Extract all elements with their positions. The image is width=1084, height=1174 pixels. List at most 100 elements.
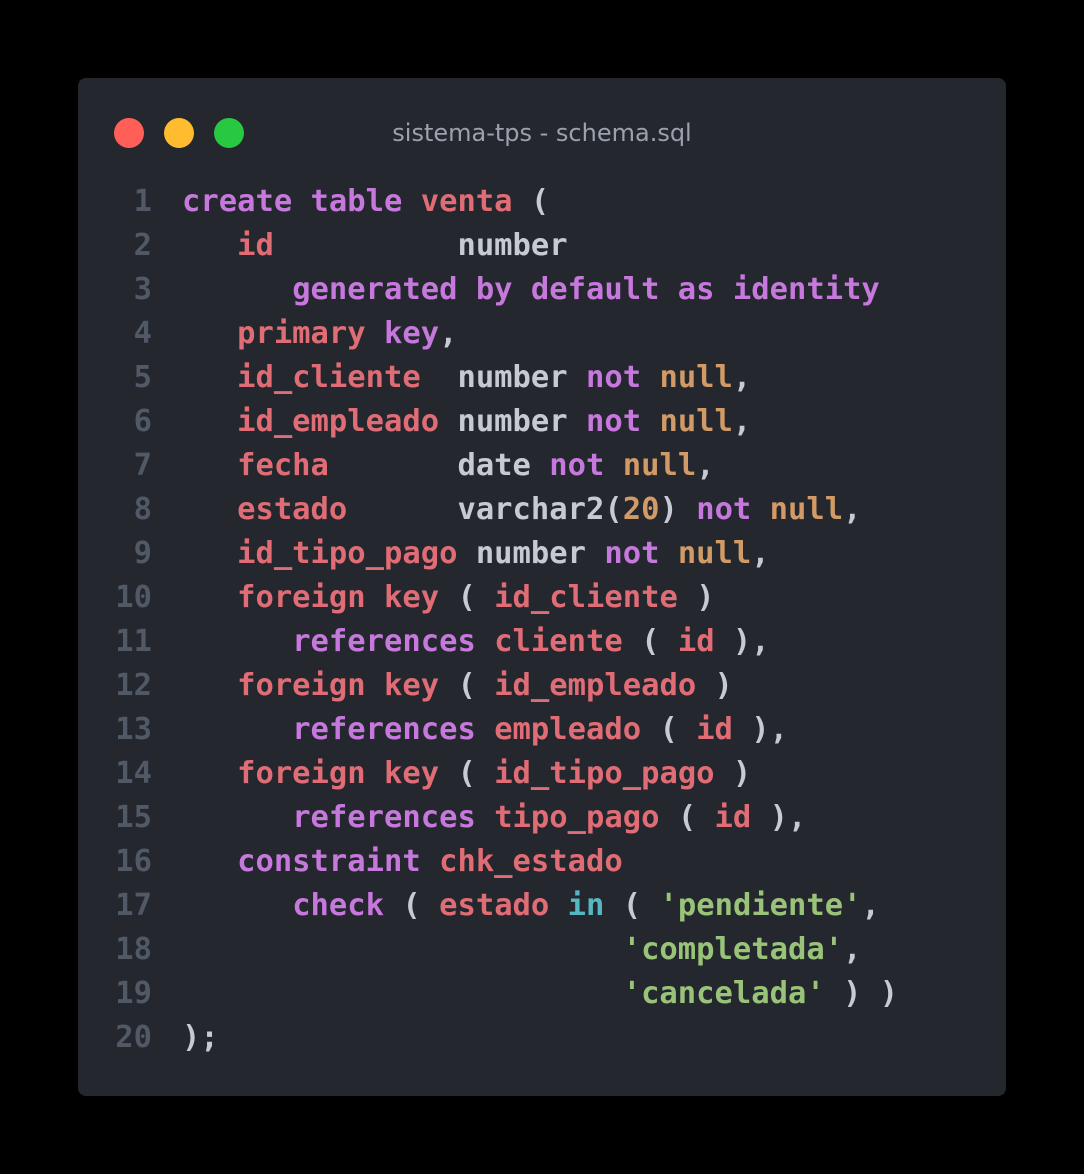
line-content: id number xyxy=(152,224,568,268)
code-token: foreign key xyxy=(237,580,440,615)
code-token: foreign key xyxy=(237,756,440,791)
code-token: ) xyxy=(696,668,733,703)
code-editor: 1 create table venta (2 id number 3 genera… xyxy=(78,180,1006,1060)
code-token: id_cliente xyxy=(237,360,421,395)
line-content: references tipo_pago ( id ), xyxy=(152,796,806,840)
code-token: null xyxy=(677,536,752,571)
code-token: , xyxy=(843,932,862,967)
line-content: id_empleado number not null, xyxy=(152,400,751,444)
code-token: not xyxy=(604,536,678,571)
line-number: 3 xyxy=(133,272,152,307)
line-number: 5 xyxy=(133,360,152,395)
code-token: not xyxy=(696,492,770,527)
code-token: ), xyxy=(714,624,770,659)
code-line: 17 check ( estado in ( 'pendiente', xyxy=(78,884,1006,928)
code-token: create table xyxy=(182,184,421,219)
code-token: ( xyxy=(604,888,660,923)
code-line: 6 id_empleado number not null, xyxy=(78,400,1006,444)
line-number: 10 xyxy=(115,580,152,615)
code-token: venta xyxy=(420,184,513,219)
code-token: ) xyxy=(714,756,752,791)
code-token: ( xyxy=(512,184,550,219)
code-token: , xyxy=(732,404,752,439)
code-token: , xyxy=(861,888,880,923)
code-token: ( xyxy=(384,888,440,923)
line-number: 2 xyxy=(133,228,152,263)
line-number: 20 xyxy=(115,1020,152,1055)
code-line: 18 'completada', xyxy=(78,928,1006,972)
line-number: 15 xyxy=(115,800,152,835)
code-token: ) xyxy=(659,492,697,527)
code-token: 'completada' xyxy=(622,932,844,967)
code-token: fecha xyxy=(237,448,329,483)
code-token: foreign key xyxy=(237,668,440,703)
code-line: 7 fecha date not null, xyxy=(78,444,1006,488)
code-line: 15 references tipo_pago ( id ), xyxy=(78,796,1006,840)
code-token: null xyxy=(659,360,733,395)
line-content: 'cancelada' ) ) xyxy=(152,972,898,1016)
line-content: id_tipo_pago number not null, xyxy=(152,532,770,576)
line-number: 6 xyxy=(133,404,152,439)
code-token: references xyxy=(292,800,495,835)
code-token: estado xyxy=(237,492,348,527)
code-token: null xyxy=(622,448,697,483)
code-token: , xyxy=(843,492,862,527)
line-number: 12 xyxy=(115,668,152,703)
line-number: 7 xyxy=(133,448,152,483)
line-content: check ( estado in ( 'pendiente', xyxy=(152,884,880,928)
title-bar: sistema-tps - schema.sql xyxy=(78,78,1006,188)
line-number: 11 xyxy=(115,624,152,659)
code-token: ( xyxy=(641,712,697,747)
code-token: 'pendiente' xyxy=(659,888,862,923)
line-number: 14 xyxy=(115,756,152,791)
code-token: constraint xyxy=(237,844,440,879)
code-token: , xyxy=(696,448,715,483)
code-token: id xyxy=(677,624,715,659)
line-number: 9 xyxy=(133,536,152,571)
line-number: 19 xyxy=(115,976,152,1011)
code-token: check xyxy=(292,888,385,923)
code-token: id_empleado xyxy=(494,668,697,703)
code-token: ) xyxy=(677,580,715,615)
code-token: ) ) xyxy=(824,976,899,1011)
code-token: , xyxy=(751,536,770,571)
code-token: estado xyxy=(439,888,550,923)
code-token: , xyxy=(732,360,752,395)
code-token: generated by default as identity xyxy=(292,272,880,307)
code-token: id_tipo_pago xyxy=(494,756,715,791)
code-line: 11 references cliente ( id ), xyxy=(78,620,1006,664)
code-line: 1 create table venta ( xyxy=(78,180,1006,224)
code-line: 3 generated by default as identity xyxy=(78,268,1006,312)
code-token: cliente xyxy=(494,624,623,659)
code-line: 9 id_tipo_pago number not null, xyxy=(78,532,1006,576)
code-token: id_tipo_pago xyxy=(237,536,458,571)
code-token: not xyxy=(549,448,623,483)
code-token: in xyxy=(567,888,605,923)
line-content: references empleado ( id ), xyxy=(152,708,788,752)
line-content: constraint chk_estado xyxy=(152,840,623,884)
line-number: 4 xyxy=(133,316,152,351)
code-window: sistema-tps - schema.sql 1 create table v… xyxy=(78,78,1006,1096)
code-line: 4 primary key, xyxy=(78,312,1006,356)
code-token: ), xyxy=(751,800,807,835)
code-token: number xyxy=(420,360,586,395)
code-token: key xyxy=(384,316,440,351)
code-token: empleado xyxy=(494,712,642,747)
code-token: references xyxy=(292,624,495,659)
line-content: references cliente ( id ), xyxy=(152,620,770,664)
line-content: foreign key ( id_tipo_pago ) xyxy=(152,752,751,796)
code-token: ( xyxy=(659,800,715,835)
line-content: ); xyxy=(152,1016,219,1060)
window-title: sistema-tps - schema.sql xyxy=(392,119,692,147)
code-token: chk_estado xyxy=(439,844,623,879)
code-token: varchar2( xyxy=(347,492,623,527)
code-token: date xyxy=(328,448,550,483)
